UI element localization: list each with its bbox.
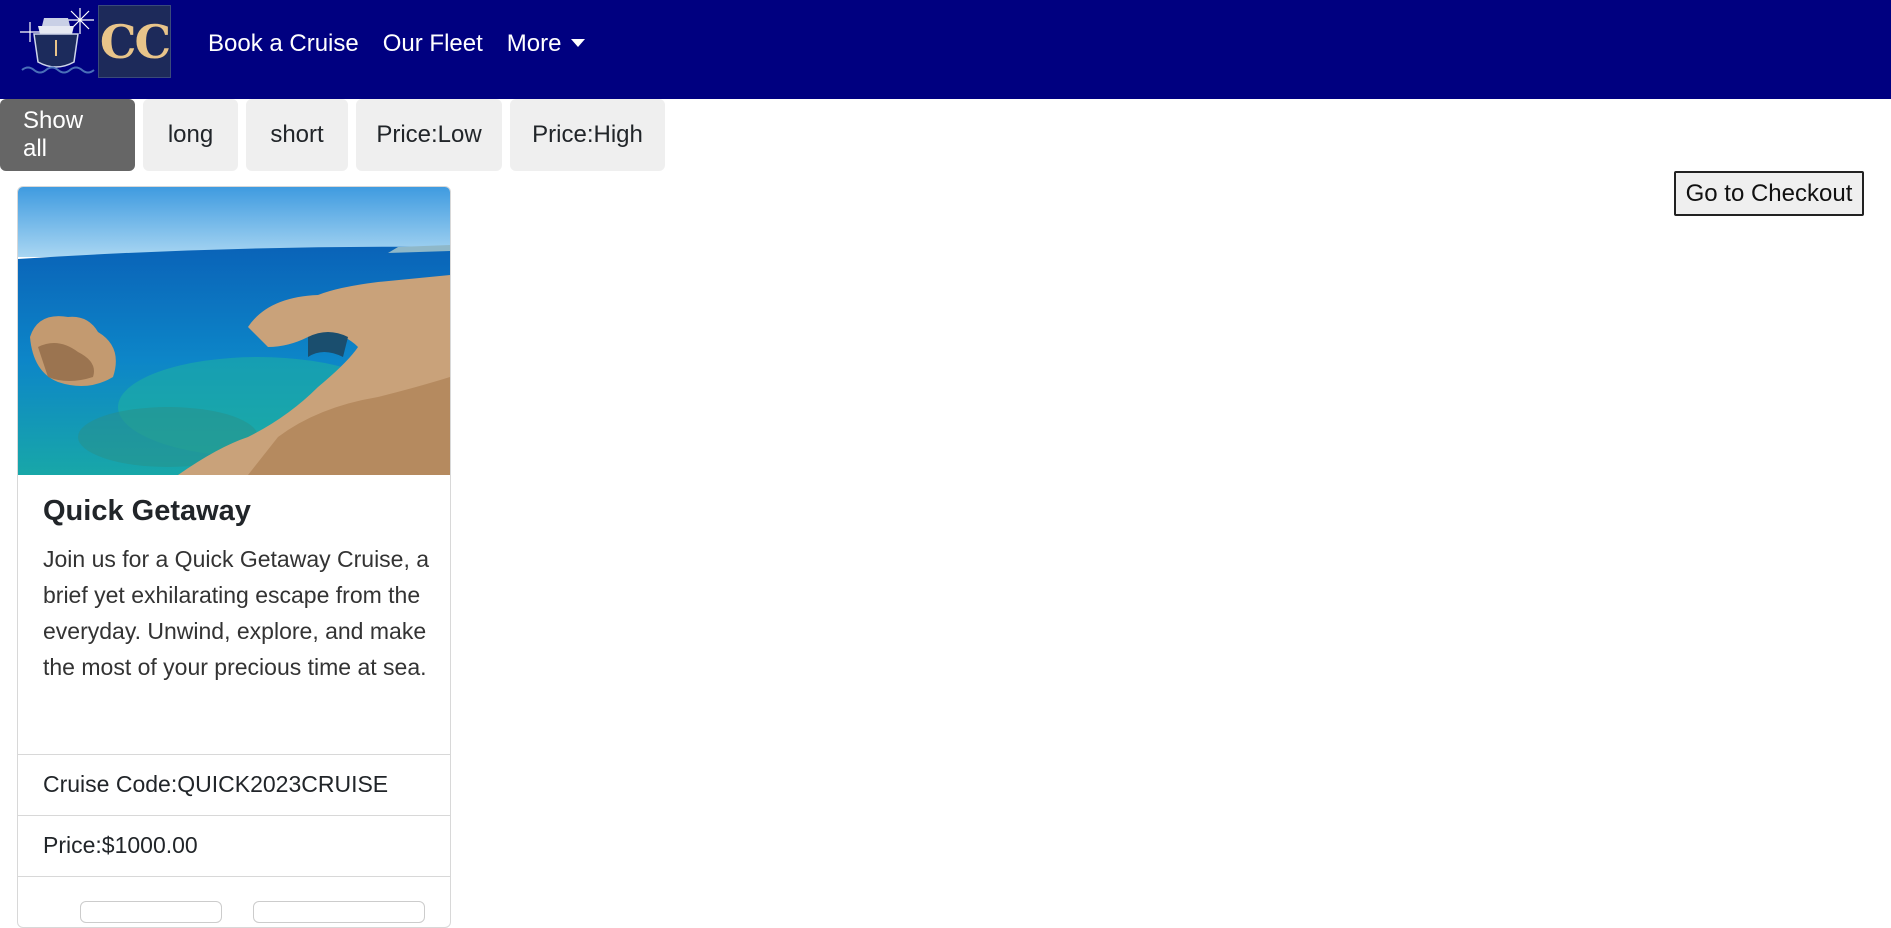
nav-book-cruise[interactable]: Book a Cruise — [196, 30, 371, 58]
filter-long-button[interactable]: long — [143, 99, 238, 171]
caret-down-icon — [571, 39, 586, 47]
nav-more-dropdown[interactable]: More — [495, 30, 598, 58]
card-actions-row — [18, 876, 450, 927]
navbar: CC Book a Cruise Our Fleet More — [0, 0, 1891, 99]
cruise-code-value: QUICK2023CRUISE — [177, 771, 389, 797]
nav-more-label: More — [506, 30, 562, 57]
card-body: Quick Getaway Join us for a Quick Getawa… — [43, 493, 433, 685]
card-action-button-1[interactable] — [80, 901, 222, 923]
go-to-checkout-button[interactable]: Go to Checkout — [1674, 171, 1864, 216]
nav-links: Book a Cruise Our Fleet More — [196, 0, 597, 88]
price-value: $1000.00 — [101, 832, 198, 858]
cruise-card: Quick Getaway Join us for a Quick Getawa… — [17, 186, 451, 928]
price-label: Price: — [43, 832, 102, 858]
filter-short-button[interactable]: short — [246, 99, 348, 171]
filter-show-all-button[interactable]: Show all — [0, 99, 135, 171]
card-action-button-2[interactable] — [253, 901, 425, 923]
cruise-code-label: Cruise Code: — [43, 771, 178, 797]
card-title: Quick Getaway — [43, 495, 251, 527]
nav-our-fleet[interactable]: Our Fleet — [371, 30, 495, 58]
cruise-code-row: Cruise Code: QUICK2023CRUISE — [18, 754, 450, 814]
filter-price-high-button[interactable]: Price:High — [510, 99, 665, 171]
filter-price-low-button[interactable]: Price:Low — [356, 99, 502, 171]
ship-logo-icon[interactable] — [14, 4, 96, 82]
brand-logo[interactable]: CC — [98, 5, 171, 78]
coastal-landscape-image — [18, 187, 450, 475]
price-row: Price: $1000.00 — [18, 815, 450, 875]
card-description: Join us for a Quick Getaway Cruise, a br… — [43, 546, 430, 680]
filter-bar: Show all long short Price:Low Price:High — [0, 99, 673, 171]
